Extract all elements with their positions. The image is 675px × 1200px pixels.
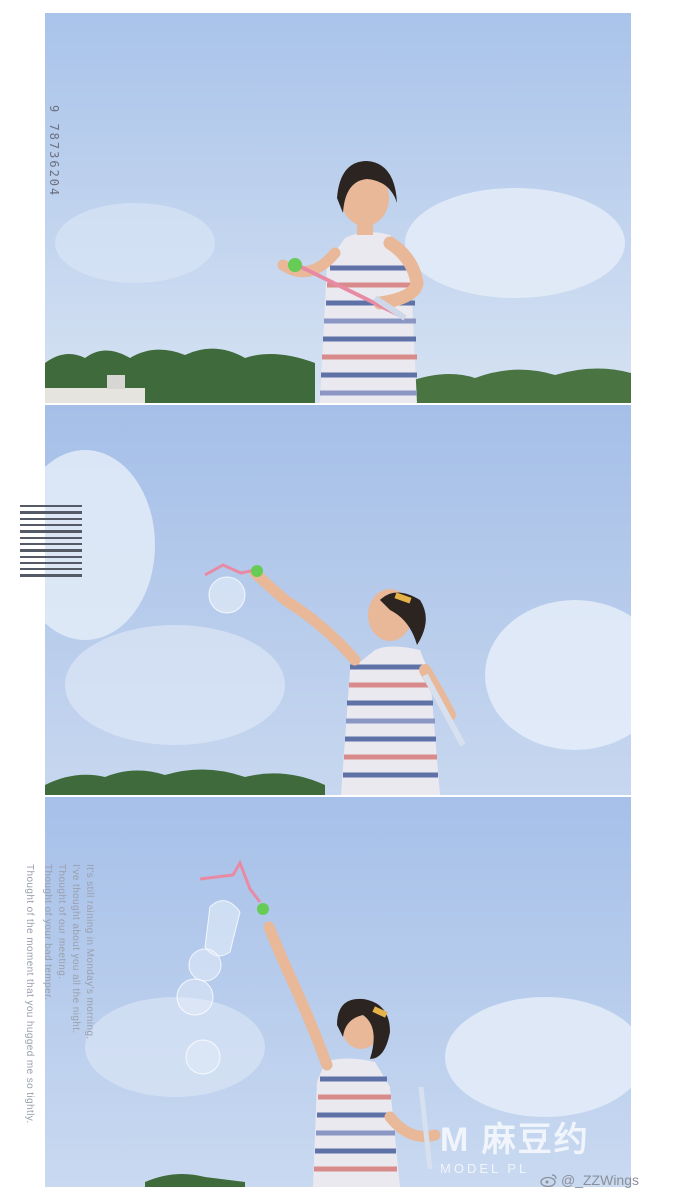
photo-panel-1 bbox=[45, 13, 631, 403]
watermark-logo: M 麻豆约 MODEL PL bbox=[440, 1112, 590, 1176]
photo-1-scene bbox=[45, 13, 631, 403]
barcode-bar bbox=[20, 574, 82, 577]
photo-panel-2 bbox=[45, 405, 631, 795]
poem-line: Thought of the moment that you hugged me… bbox=[24, 864, 35, 1124]
barcode-bar bbox=[20, 543, 82, 545]
weibo-credit: @_ZZWings bbox=[540, 1172, 639, 1188]
weibo-icon bbox=[540, 1174, 557, 1187]
poem-line: I've thought about you all the night. bbox=[70, 864, 81, 1034]
side-serial-number: 9 78736204 bbox=[47, 105, 61, 198]
poem-line: Thought of our meeting. bbox=[56, 864, 67, 980]
barcode-bar bbox=[20, 562, 82, 564]
barcode-bar bbox=[20, 530, 82, 533]
barcode-bar bbox=[20, 556, 82, 558]
poem-line: Thought of your bad temper. bbox=[42, 864, 53, 1001]
barcode-bar bbox=[20, 537, 82, 539]
watermark-main-text: M 麻豆约 bbox=[440, 1121, 590, 1159]
barcode-bar bbox=[20, 505, 82, 507]
barcode-bar bbox=[20, 568, 82, 570]
barcode-graphic bbox=[20, 505, 82, 581]
barcode-bar bbox=[20, 511, 82, 514]
barcode-bar bbox=[20, 524, 82, 526]
weibo-handle: @_ZZWings bbox=[561, 1172, 639, 1188]
barcode-bar bbox=[20, 549, 82, 552]
poem-line: It's still raining in Monday's morning. bbox=[84, 864, 95, 1040]
photo-2-scene bbox=[45, 405, 631, 795]
barcode-bar bbox=[20, 518, 82, 520]
